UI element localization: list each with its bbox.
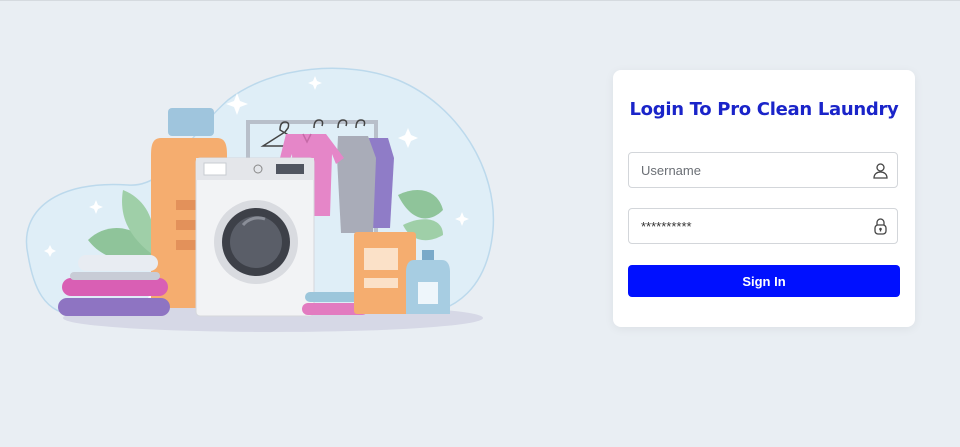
sign-in-button[interactable]: Sign In [628, 265, 900, 297]
username-field[interactable] [628, 152, 898, 188]
login-card: Login To Pro Clean Laundry Sign In [613, 70, 915, 327]
username-input[interactable] [641, 153, 866, 187]
user-icon [873, 163, 888, 179]
login-title: Login To Pro Clean Laundry [629, 99, 899, 120]
lock-icon [874, 218, 887, 235]
top-divider [0, 0, 960, 1]
laundry-illustration [25, 67, 495, 332]
password-field[interactable] [628, 208, 898, 244]
password-input[interactable] [641, 209, 866, 243]
